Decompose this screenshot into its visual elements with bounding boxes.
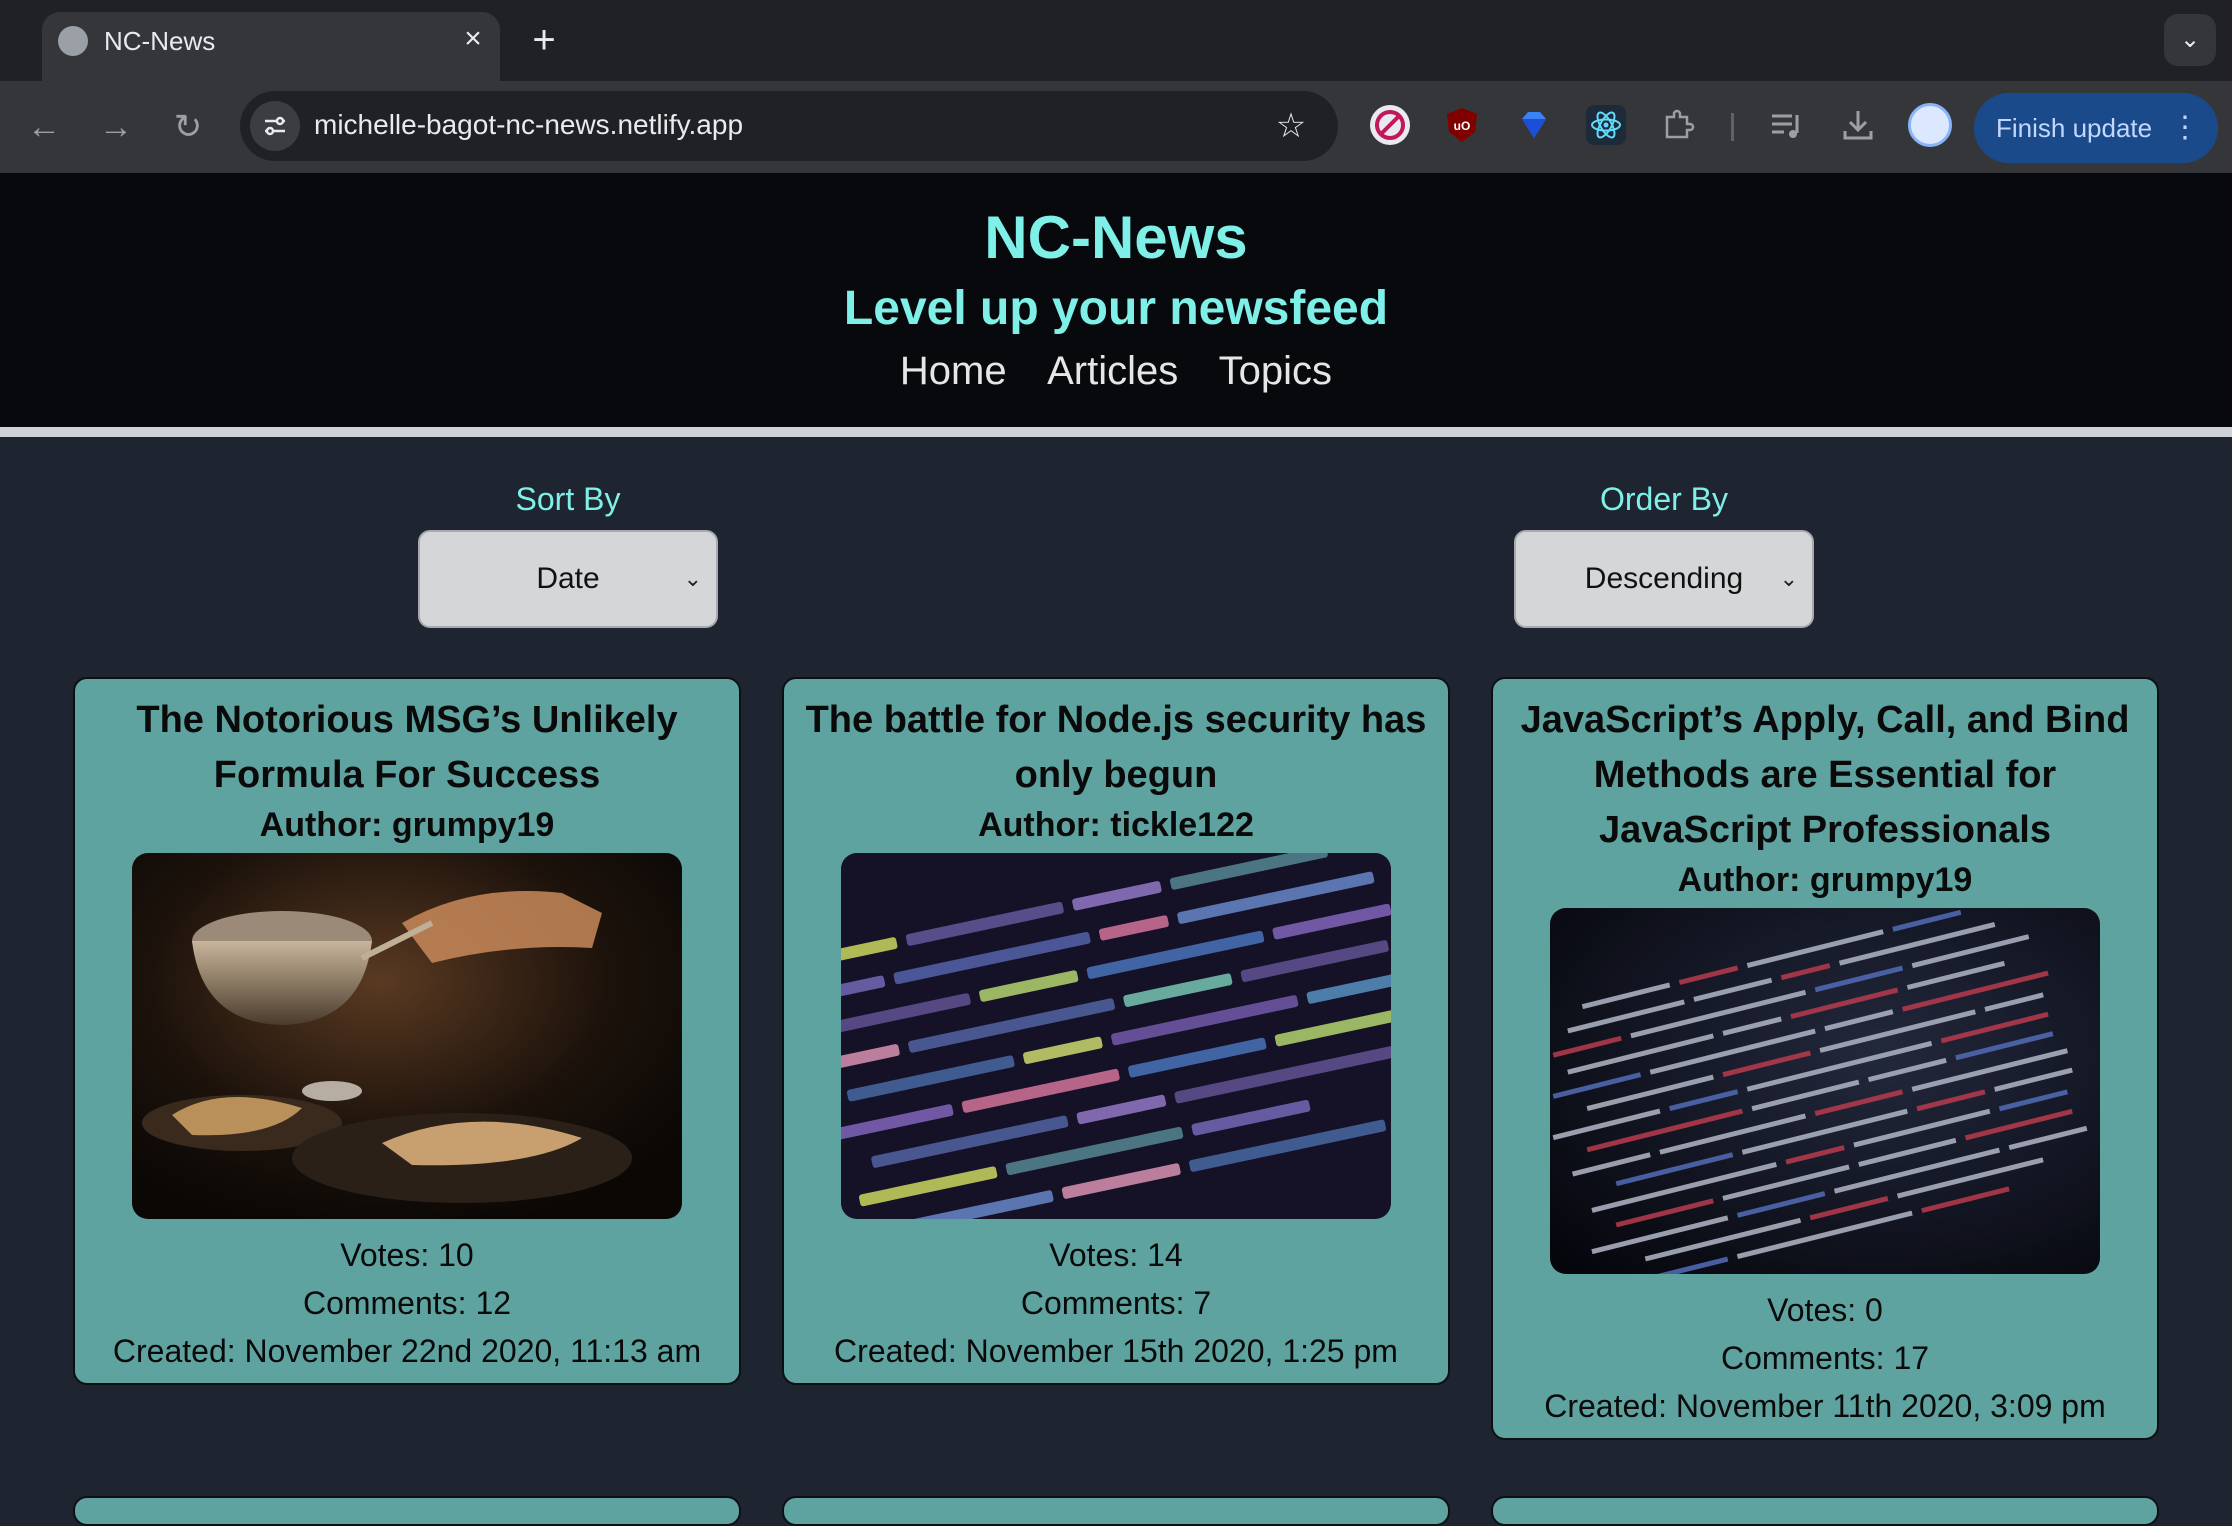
reload-icon[interactable]: ↻ (162, 101, 214, 153)
svg-text:uO: uO (1454, 119, 1471, 133)
article-author: Author: grumpy19 (259, 806, 555, 844)
url-text: michelle-bagot-nc-news.netlify.app (314, 109, 744, 140)
article-comments: Comments: 12 (302, 1285, 512, 1321)
site-header: NC-News Level up your newsfeed Home Arti… (0, 173, 2232, 427)
site-tagline: Level up your newsfeed (843, 282, 1389, 335)
article-author: Author: tickle122 (978, 806, 1254, 844)
tab-title: NC-News (104, 26, 216, 56)
nav-articles-link[interactable]: Articles (1047, 345, 1178, 397)
site-nav: Home Articles Topics (0, 345, 2232, 397)
article-title[interactable]: The Notorious MSG’s Unlikely Formula For… (91, 693, 723, 803)
article-card[interactable] (782, 1496, 1450, 1526)
site-title: NC-News (984, 204, 1248, 271)
sort-by-select[interactable]: Date ⌄ (418, 530, 718, 628)
article-card[interactable]: JavaScript’s Apply, Call, and Bind Metho… (1491, 677, 2159, 1440)
article-comments: Comments: 17 (1720, 1340, 1930, 1376)
block-extension-icon[interactable] (1370, 105, 1410, 145)
back-icon[interactable]: ← (18, 101, 70, 153)
article-meta: Votes: 10 Comments: 12 Created: November… (75, 1231, 739, 1383)
toolbar-divider (1731, 113, 1734, 141)
article-meta: Votes: 14 Comments: 7 Created: November … (784, 1231, 1448, 1383)
browser-tabbar: NC-News × + ⌄ (0, 0, 2232, 81)
order-by-value: Descending (1584, 562, 1744, 595)
article-card[interactable] (1491, 1496, 2159, 1526)
article-comments: Comments: 7 (1020, 1285, 1212, 1321)
forward-icon[interactable]: → (90, 101, 142, 153)
article-card[interactable] (73, 1496, 741, 1526)
browser-toolbar: ← → ↻ michelle-bagot-nc-news.netlify.app… (0, 81, 2232, 173)
article-card[interactable]: The battle for Node.js security has only… (782, 677, 1450, 1385)
article-votes: Votes: 0 (1767, 1292, 1883, 1328)
order-by-group: Order By Descending ⌄ (1514, 478, 1814, 628)
article-image (841, 853, 1391, 1219)
chevron-down-icon: ⌄ (1779, 566, 1798, 591)
article-meta: Votes: 0 Comments: 17 Created: November … (1493, 1286, 2157, 1438)
ublock-icon[interactable]: uO (1442, 105, 1482, 145)
order-by-select[interactable]: Descending ⌄ (1514, 530, 1814, 628)
extensions-puzzle-icon[interactable] (1658, 105, 1698, 145)
article-created: Created: November 11th 2020, 3:09 pm (1544, 1388, 2106, 1424)
gem-extension-icon[interactable] (1514, 105, 1554, 145)
globe-icon (58, 26, 88, 56)
article-created: Created: November 15th 2020, 1:25 pm (834, 1333, 1398, 1369)
more-menu-icon[interactable]: ⋮ (2170, 93, 2200, 163)
bookmark-star-icon[interactable]: ☆ (1270, 105, 1312, 147)
article-title[interactable]: The battle for Node.js security has only… (800, 693, 1432, 803)
finish-update-label: Finish update (1996, 113, 2153, 143)
browser-tab-active[interactable]: NC-News × (42, 12, 500, 81)
nav-home-link[interactable]: Home (900, 345, 1007, 397)
reading-list-icon[interactable] (1766, 105, 1806, 145)
nav-topics-link[interactable]: Topics (1219, 345, 1332, 397)
article-author: Author: grumpy19 (1677, 861, 1973, 899)
article-image (1550, 908, 2100, 1274)
address-bar[interactable]: michelle-bagot-nc-news.netlify.app ☆ (240, 91, 1338, 161)
site-info-icon[interactable] (250, 101, 300, 151)
article-votes: Votes: 10 (340, 1237, 474, 1273)
order-by-label: Order By (1599, 481, 1729, 517)
sort-by-value: Date (536, 562, 600, 595)
sort-by-label: Sort By (515, 481, 621, 517)
finish-update-button[interactable]: Finish update ⋮ (1974, 93, 2218, 163)
chevron-down-icon: ⌄ (683, 566, 702, 591)
new-tab-button[interactable]: + (524, 20, 564, 60)
close-icon[interactable]: × (456, 22, 490, 56)
article-card[interactable]: The Notorious MSG’s Unlikely Formula For… (73, 677, 741, 1385)
download-icon[interactable] (1838, 105, 1878, 145)
sort-by-group: Sort By Date ⌄ (418, 478, 718, 628)
react-devtools-icon[interactable] (1586, 105, 1626, 145)
header-divider (0, 427, 2232, 437)
profile-avatar[interactable] (1908, 103, 1952, 147)
article-image (132, 853, 682, 1219)
article-votes: Votes: 14 (1049, 1237, 1183, 1273)
article-created: Created: November 22nd 2020, 11:13 am (112, 1333, 702, 1369)
tab-search-button[interactable]: ⌄ (2164, 14, 2216, 66)
article-title[interactable]: JavaScript’s Apply, Call, and Bind Metho… (1509, 693, 2141, 858)
